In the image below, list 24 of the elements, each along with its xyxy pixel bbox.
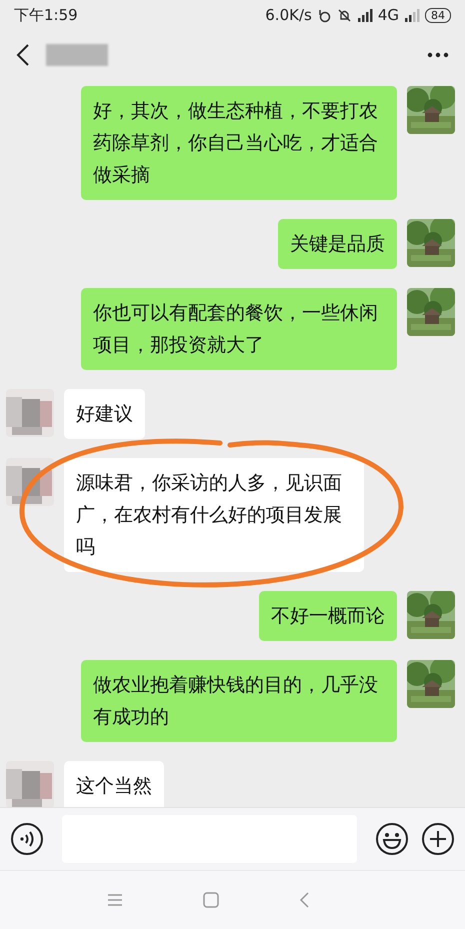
plus-icon[interactable] bbox=[421, 822, 455, 856]
message-bubble: 你也可以有配套的餐饮，一些休闲项目，那投资就大了 bbox=[81, 288, 397, 370]
network-speed: 6.0K/s bbox=[265, 6, 312, 24]
emoji-icon[interactable] bbox=[375, 822, 409, 856]
redacted-title bbox=[46, 44, 108, 66]
battery-level: 84 bbox=[425, 8, 451, 22]
home-icon[interactable] bbox=[202, 892, 218, 908]
message-bubble: 源味君，你采访的人多，见识面广，在农村有什么好的项目发展吗 bbox=[64, 458, 364, 572]
message-bubble: 不好一概而论 bbox=[259, 591, 397, 641]
message-bubble: 关键是品质 bbox=[278, 219, 397, 269]
signal-icon bbox=[404, 8, 420, 22]
signal-icon bbox=[356, 8, 373, 22]
message-bubble: 做农业抱着赚快钱的目的，几乎没有成功的 bbox=[81, 660, 397, 742]
clock: 下午1:59 bbox=[14, 6, 78, 24]
message-bubble: 好，其次，做生态种植，不要打农药除草剂，你自己当心吃，才适合做采摘 bbox=[81, 86, 397, 200]
sync-icon bbox=[316, 8, 332, 22]
more-icon[interactable] bbox=[427, 52, 449, 58]
message-bubble: 这个当然 bbox=[64, 761, 164, 807]
voice-icon[interactable] bbox=[10, 822, 44, 856]
muted-bell-icon bbox=[336, 8, 352, 22]
menu-icon[interactable] bbox=[106, 893, 122, 907]
message-bubble: 好建议 bbox=[64, 389, 145, 439]
back-icon[interactable] bbox=[16, 43, 30, 67]
network-type: 4G bbox=[378, 6, 399, 24]
